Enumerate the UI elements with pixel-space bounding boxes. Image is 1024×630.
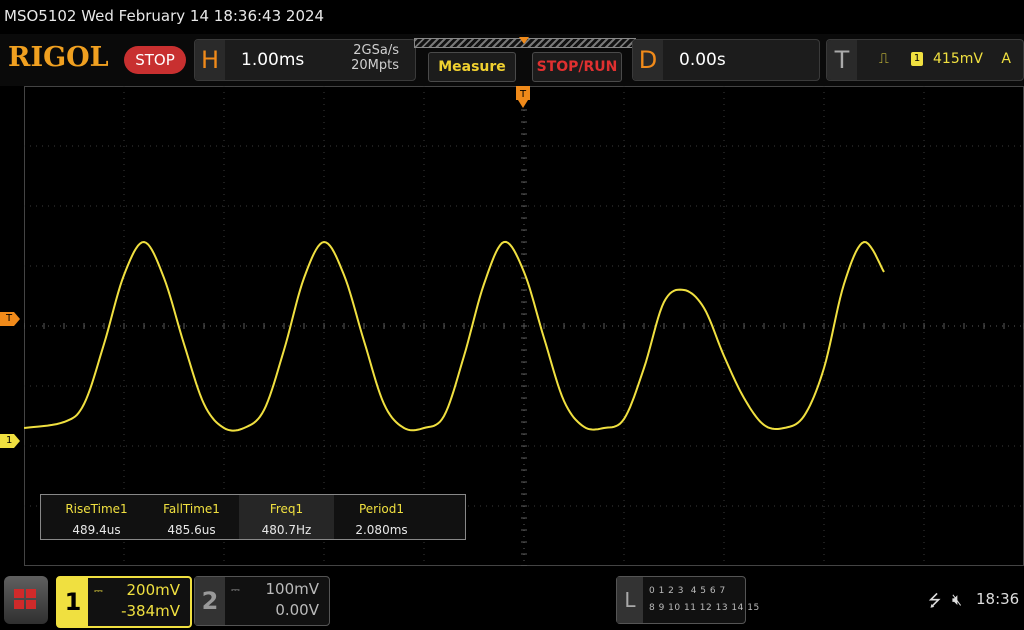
home-button[interactable] [4, 576, 48, 624]
timebase-value: 1.00ms [241, 50, 305, 70]
measurement-fall-time[interactable]: FallTime1 485.6us [144, 495, 239, 539]
trigger-letter: T [827, 40, 857, 80]
measurement-value: 480.7Hz [261, 523, 312, 537]
channel1-offset: -384mV [121, 602, 180, 620]
bottom-bar: 1 ⎓ 200mV -384mV 2 ⎓ 100mV 0.00V L 0 1 2… [0, 570, 1024, 630]
memory-position-pointer [519, 37, 529, 44]
la-channels-row1: 0 1 2 3 4 5 6 7 [649, 586, 726, 596]
horizontal-settings[interactable]: H 1.00ms 2GSa/s 20Mpts [194, 39, 416, 81]
title-bar: MSO5102 Wed February 14 18:36:43 2024 [0, 0, 1024, 34]
rising-edge-icon: ⎍ [879, 51, 889, 67]
channel1-scale: 200mV [126, 581, 180, 599]
svg-text:T: T [519, 89, 527, 100]
stop-run-button[interactable]: STOP/RUN [532, 52, 622, 82]
measurement-name: RiseTime1 [65, 502, 128, 516]
channel2-scale: 100mV [265, 580, 319, 598]
trigger-mode: A [1001, 51, 1011, 67]
measurement-name: FallTime1 [163, 502, 220, 516]
measure-button[interactable]: Measure [428, 52, 516, 82]
delay-letter: D [633, 40, 663, 80]
dc-coupling-icon: ⎓ [231, 583, 240, 596]
trigger-level-marker[interactable]: T [0, 312, 20, 326]
home-grid-icon [14, 589, 38, 611]
trigger-position-marker[interactable]: T [516, 86, 530, 110]
memory-depth: 20Mpts [351, 58, 399, 73]
trigger-level: 415mV [933, 51, 983, 67]
dc-coupling-icon: ⎓ [94, 584, 103, 597]
measurement-name: Freq1 [269, 502, 304, 516]
measurement-value: 2.080ms [355, 523, 408, 537]
channel1-number: 1 [58, 578, 88, 626]
title-text: MSO5102 Wed February 14 18:36:43 2024 [4, 7, 325, 25]
delay-value: 0.00s [679, 50, 726, 70]
rigol-logo: RIGOL [8, 42, 109, 73]
measurement-rise-time[interactable]: RiseTime1 489.4us [49, 495, 144, 539]
speaker-muted-icon[interactable]: 🔇︎ [952, 590, 962, 610]
la-channels-row2: 8 9 10 11 12 13 14 15 [649, 603, 760, 613]
channel2-offset: 0.00V [275, 601, 319, 619]
channel2-settings[interactable]: 2 ⎓ 100mV 0.00V [194, 576, 330, 626]
top-toolbar: RIGOL STOP H 1.00ms 2GSa/s 20Mpts Measur… [0, 34, 1024, 86]
logic-analyzer-letter: L [617, 577, 643, 623]
channel1-trace [24, 240, 885, 432]
measurement-frequency[interactable]: Freq1 480.7Hz [239, 495, 334, 539]
measurement-value: 489.4us [72, 523, 121, 537]
channel2-number: 2 [195, 577, 225, 625]
sample-rate: 2GSa/s [353, 43, 399, 58]
system-clock: 18:36 [976, 590, 1020, 608]
logic-analyzer-settings[interactable]: L 0 1 2 3 4 5 6 7 8 9 10 11 12 13 14 15 [616, 576, 759, 624]
channel1-settings[interactable]: 1 ⎓ 200mV -384mV [56, 576, 192, 628]
measurement-period[interactable]: Period1 2.080ms [334, 495, 429, 539]
measurement-value: 485.6us [167, 523, 216, 537]
usb-icon: ⭍ [928, 591, 942, 610]
measurement-name: Period1 [358, 502, 405, 516]
measurement-table: RiseTime1 489.4us FallTime1 485.6us Freq… [40, 494, 466, 540]
run-status-badge: STOP [124, 46, 186, 74]
trigger-source-chip: 1 [911, 52, 923, 66]
channel1-offset-marker[interactable]: 1 [0, 434, 20, 448]
sample-info: 2GSa/s 20Mpts [351, 43, 399, 73]
delay-settings[interactable]: D 0.00s [632, 39, 820, 81]
horizontal-letter: H [195, 40, 225, 80]
trigger-settings[interactable]: T ⎍ 1 415mV A [826, 39, 1024, 81]
memory-position-bar [414, 37, 636, 48]
